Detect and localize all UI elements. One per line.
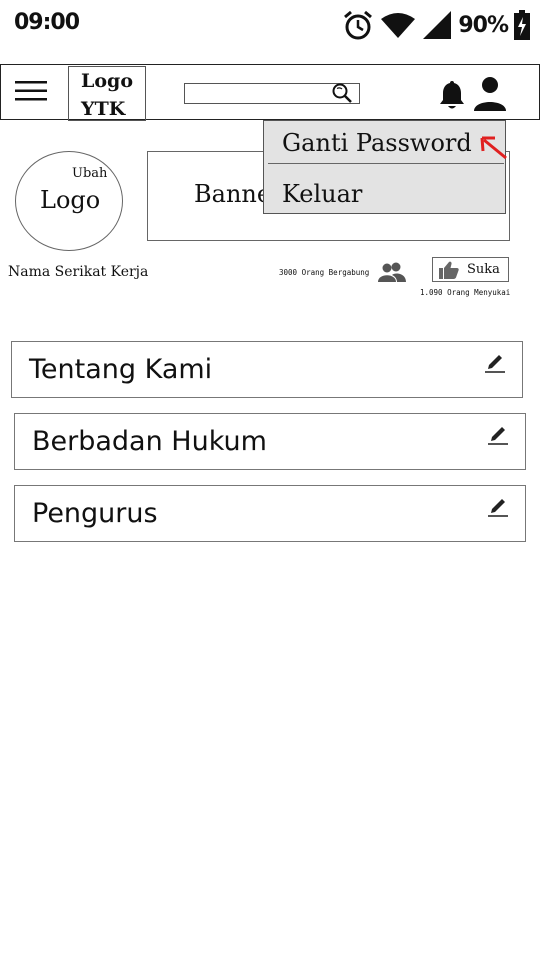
edit-icon[interactable] (487, 422, 509, 446)
edit-icon[interactable] (487, 494, 509, 518)
section-title: Pengurus (32, 498, 158, 529)
logo-line-2: YTK (81, 98, 126, 120)
battery-level: 90% (458, 12, 509, 38)
search-input[interactable] (184, 83, 360, 104)
app-logo[interactable]: Logo YTK (68, 66, 146, 121)
user-icon[interactable] (471, 75, 509, 113)
bell-icon[interactable] (437, 79, 467, 111)
alarm-icon (344, 10, 373, 40)
section-title: Tentang Kami (29, 354, 213, 385)
section-berbadan-hukum[interactable]: Berbadan Hukum (14, 413, 526, 470)
logo-placeholder-text: Logo (40, 186, 101, 214)
menu-item-keluar[interactable]: Keluar (282, 180, 362, 208)
section-pengurus[interactable]: Pengurus (14, 485, 526, 542)
pointer-arrow-icon (480, 136, 507, 160)
search-icon[interactable] (331, 82, 353, 104)
menu-item-ganti-password[interactable]: Ganti Password (282, 129, 472, 157)
like-label: Suka (467, 262, 500, 277)
status-icons: 90% (342, 8, 530, 42)
logo-line-1: Logo (81, 70, 133, 92)
battery-charging-icon (514, 10, 530, 40)
thumbs-up-icon (439, 261, 459, 279)
user-dropdown-menu: Ganti Password Keluar (263, 120, 506, 214)
signal-icon (423, 11, 452, 39)
members-count: 3000 Orang Bergabung (279, 268, 370, 277)
union-name: Nama Serikat Kerja (8, 264, 149, 280)
wifi-icon (381, 13, 416, 38)
status-bar: 09:00 90% (0, 0, 540, 50)
section-tentang-kami[interactable]: Tentang Kami (11, 341, 523, 398)
logo-edit-link[interactable]: Ubah (72, 166, 107, 181)
menu-icon[interactable] (15, 79, 47, 103)
menu-divider (268, 163, 504, 164)
like-button[interactable]: Suka (432, 257, 509, 282)
section-title: Berbadan Hukum (32, 426, 267, 457)
likes-count: 1.090 Orang Menyukai (420, 288, 511, 297)
group-icon (378, 262, 406, 282)
status-time: 09:00 (14, 10, 80, 35)
app-bar: Logo YTK (0, 64, 540, 121)
edit-icon[interactable] (484, 350, 506, 374)
